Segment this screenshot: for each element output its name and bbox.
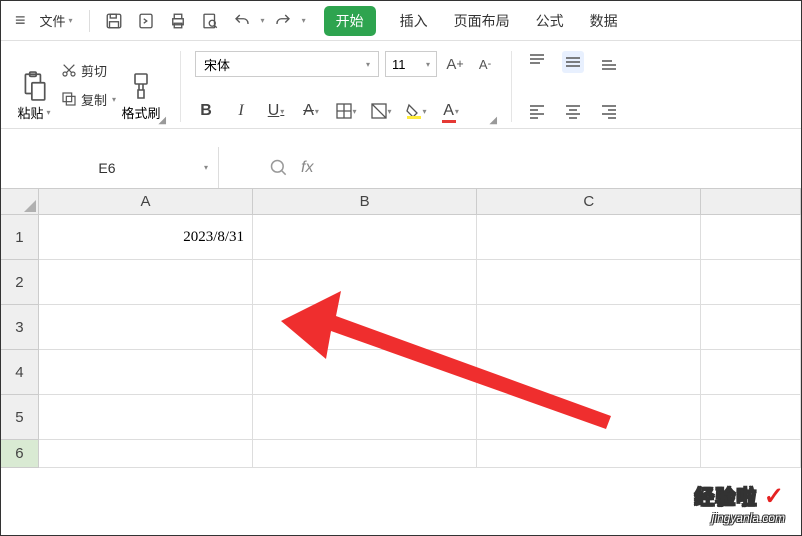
cell-C4[interactable] [477, 350, 701, 395]
col-header-C[interactable]: C [477, 189, 701, 215]
chevron-down-icon: ▾ [426, 60, 430, 69]
font-size-value: 11 [392, 57, 406, 72]
cell-style-button[interactable]: ▾ [370, 100, 392, 122]
cell-A2[interactable] [39, 260, 253, 305]
copy-button[interactable]: 复制 ▾ [61, 90, 116, 109]
tab-start[interactable]: 开始 [324, 6, 376, 36]
divider [511, 51, 512, 122]
cell-D3[interactable] [701, 305, 801, 350]
align-right-button[interactable] [598, 100, 620, 122]
check-icon: ✓ [764, 483, 785, 510]
cell-A5[interactable] [39, 395, 253, 440]
row-header-6[interactable]: 6 [1, 440, 39, 468]
name-box-value: E6 [11, 160, 203, 176]
row-header-3[interactable]: 3 [1, 305, 39, 350]
cell-D2[interactable] [701, 260, 801, 305]
cell-C2[interactable] [477, 260, 701, 305]
font-size-select[interactable]: 11 ▾ [385, 51, 437, 77]
align-middle-button[interactable] [562, 51, 584, 73]
italic-button[interactable]: I [230, 100, 252, 122]
cut-label: 剪切 [81, 61, 107, 80]
search-icon[interactable] [269, 158, 289, 178]
cell-B6[interactable] [253, 440, 477, 468]
align-bottom-button[interactable] [598, 51, 620, 73]
font-color-button[interactable]: A▾ [440, 100, 462, 122]
align-center-button[interactable] [562, 100, 584, 122]
watermark: 经验啦 ✓ jingyanla.com [694, 481, 785, 525]
watermark-text: 经验啦 [694, 487, 757, 509]
cut-button[interactable]: 剪切 [61, 61, 116, 80]
file-menu[interactable]: 文件 ▾ [34, 11, 79, 30]
fill-color-button[interactable]: ▾ [405, 100, 427, 122]
bold-button[interactable]: B [195, 100, 217, 122]
spreadsheet: A B C 1 2023/8/31 2 3 4 5 6 [1, 189, 801, 468]
cell-A3[interactable] [39, 305, 253, 350]
watermark-url: jingyanla.com [694, 511, 785, 525]
align-top-button[interactable] [526, 51, 548, 73]
row-header-4[interactable]: 4 [1, 350, 39, 395]
cell-C5[interactable] [477, 395, 701, 440]
format-painter-button[interactable]: 格式刷 [116, 47, 166, 122]
cell-B5[interactable] [253, 395, 477, 440]
cell-D1[interactable] [701, 215, 801, 260]
menu-hamburger-icon[interactable]: ≡ [11, 10, 30, 31]
chevron-down-icon: ▾ [204, 163, 208, 172]
cell-D6[interactable] [701, 440, 801, 468]
chevron-down-icon: ▾ [47, 108, 51, 117]
row-header-2[interactable]: 2 [1, 260, 39, 305]
cell-D5[interactable] [701, 395, 801, 440]
redo-dropdown-icon[interactable]: ▾ [302, 16, 306, 25]
cell-C6[interactable] [477, 440, 701, 468]
col-header-A[interactable]: A [39, 189, 253, 215]
cell-D4[interactable] [701, 350, 801, 395]
select-all-corner[interactable] [1, 189, 39, 215]
decrease-font-icon[interactable]: A- [473, 52, 497, 76]
paste-label: 粘贴 [17, 103, 43, 122]
row-header-5[interactable]: 5 [1, 395, 39, 440]
cell-A4[interactable] [39, 350, 253, 395]
cell-C1[interactable] [477, 215, 701, 260]
name-box[interactable]: E6 ▾ [1, 147, 219, 188]
strikethrough-button[interactable]: A▾ [300, 100, 322, 122]
cell-B2[interactable] [253, 260, 477, 305]
divider [89, 10, 90, 32]
divider [180, 51, 181, 122]
print-icon[interactable] [164, 7, 192, 35]
col-header-extra[interactable] [701, 189, 801, 215]
redo-icon[interactable] [269, 7, 297, 35]
tab-insert[interactable]: 插入 [398, 5, 430, 37]
tab-data[interactable]: 数据 [588, 5, 620, 37]
row-header-1[interactable]: 1 [1, 215, 39, 260]
font-family-value: 宋体 [204, 55, 230, 74]
cell-B4[interactable] [253, 350, 477, 395]
tab-formula[interactable]: 公式 [534, 5, 566, 37]
border-button[interactable]: ▾ [335, 100, 357, 122]
file-menu-label: 文件 [40, 11, 66, 30]
cell-C3[interactable] [477, 305, 701, 350]
group-launcher-icon[interactable]: ◢ [158, 115, 166, 126]
cell-B3[interactable] [253, 305, 477, 350]
undo-dropdown-icon[interactable]: ▾ [261, 16, 265, 25]
cell-B1[interactable] [253, 215, 477, 260]
export-icon[interactable] [132, 7, 160, 35]
cell-A6[interactable] [39, 440, 253, 468]
paste-button[interactable]: 粘贴 ▾ [11, 47, 57, 122]
preview-icon[interactable] [196, 7, 224, 35]
copy-label: 复制 [81, 90, 107, 109]
tab-page-layout[interactable]: 页面布局 [452, 5, 512, 37]
cell-A1[interactable]: 2023/8/31 [39, 215, 253, 260]
group-launcher-icon[interactable]: ◢ [489, 115, 497, 126]
fx-icon[interactable]: fx [301, 159, 313, 177]
format-painter-label: 格式刷 [122, 103, 161, 122]
undo-icon[interactable] [228, 7, 256, 35]
font-family-select[interactable]: 宋体 ▾ [195, 51, 379, 77]
align-left-button[interactable] [526, 100, 548, 122]
chevron-down-icon: ▾ [366, 60, 370, 69]
col-header-B[interactable]: B [253, 189, 477, 215]
underline-button[interactable]: U▾ [265, 100, 287, 122]
save-icon[interactable] [100, 7, 128, 35]
increase-font-icon[interactable]: A+ [443, 52, 467, 76]
chevron-down-icon: ▾ [69, 16, 73, 25]
